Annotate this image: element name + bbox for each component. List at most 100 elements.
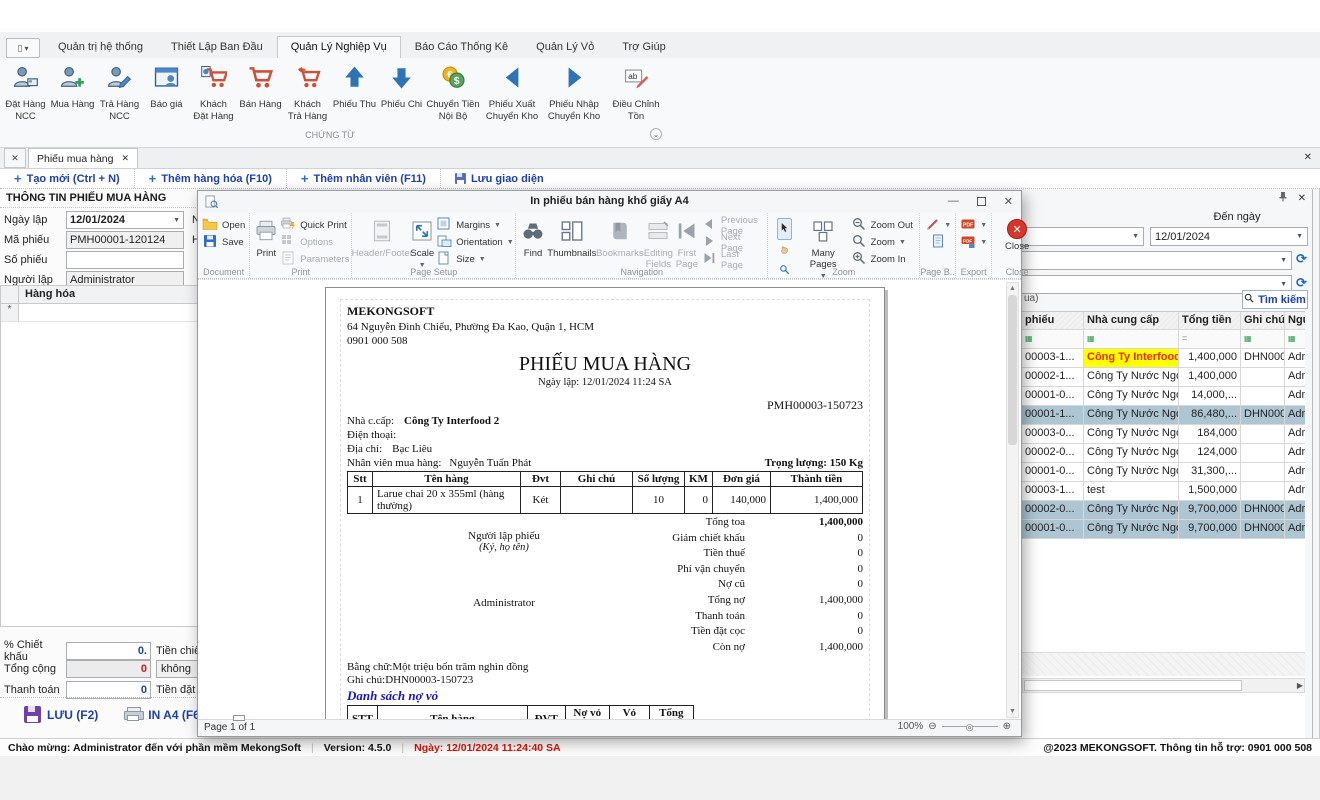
pin-icon[interactable] bbox=[1278, 191, 1288, 205]
ribbon-phieu-thu[interactable]: Phiếu Thu bbox=[331, 60, 378, 132]
filter-icon[interactable]: ▦ bbox=[1025, 334, 1033, 343]
date-field[interactable]: 12/01/2024▼ bbox=[66, 211, 184, 229]
table-row[interactable]: 00001-0... Công Ty Nước Ngọt ... 14,000,… bbox=[1022, 387, 1305, 406]
dialog-minimize-icon[interactable]: — bbox=[948, 195, 959, 208]
scroll-down-icon[interactable]: ▼ bbox=[1007, 708, 1018, 715]
tab-quan-ly-nghiep-vu[interactable]: Quản Lý Nghiệp Vụ bbox=[277, 36, 401, 58]
open-button[interactable]: Open bbox=[202, 218, 245, 233]
ribbon-khach-tra-hang[interactable]: Khách Trả Hàng bbox=[284, 60, 331, 132]
preview-area[interactable]: MEKONGSOFT 64 Nguyễn Đình Chiểu, Phường … bbox=[198, 279, 1021, 719]
zoom-minus-icon[interactable]: ⊖ bbox=[928, 721, 936, 732]
orientation-button[interactable]: Orientation▼ bbox=[436, 235, 513, 250]
ribbon-phieu-nhap-chuyen-kho[interactable]: Phiếu Nhập Chuyển Kho bbox=[543, 60, 605, 132]
zoom-plus-icon[interactable]: ⊕ bbox=[1003, 721, 1011, 732]
tab-tro-giup[interactable]: Trợ Giúp bbox=[608, 36, 679, 58]
zoom-in-button[interactable]: Zoom In bbox=[851, 252, 916, 267]
ribbon-dat-hang-ncc[interactable]: Đặt Hàng NCC bbox=[2, 60, 49, 132]
scrollbar-thumb[interactable] bbox=[1008, 295, 1017, 445]
chevron-down-icon[interactable]: ▼ bbox=[1280, 281, 1287, 288]
app-menu-button[interactable]: ▯▾ bbox=[6, 38, 40, 58]
print-a4-button[interactable]: IN A4 (F6) bbox=[124, 707, 204, 722]
dialog-close-icon[interactable]: ✕ bbox=[1004, 195, 1013, 208]
dialog-title-bar[interactable]: In phiếu bán hàng khổ giấy A4 — ✕ bbox=[198, 191, 1021, 213]
horizontal-scrollbar[interactable]: ▶ bbox=[1022, 678, 1305, 693]
filter-icon[interactable]: ▦ bbox=[1244, 334, 1252, 343]
refresh-icon[interactable]: ⟳ bbox=[1296, 251, 1307, 267]
tabstrip-close-icon[interactable]: ✕ bbox=[4, 148, 26, 168]
chevron-down-icon[interactable]: ▼ bbox=[1296, 233, 1303, 240]
add-staff-button[interactable]: +Thêm nhân viên (F11) bbox=[287, 169, 441, 188]
pointer-tool-button[interactable] bbox=[777, 218, 792, 240]
margins-button[interactable]: Margins▼ bbox=[436, 218, 513, 233]
filter-icon[interactable]: ▦ bbox=[1288, 334, 1296, 343]
discount-field[interactable]: 0. bbox=[66, 642, 151, 660]
table-row[interactable]: 00003-1... test 1,500,000 Admin bbox=[1022, 482, 1305, 501]
chevron-down-icon[interactable]: ▼ bbox=[173, 217, 180, 224]
tabstrip-close-right-icon[interactable]: ✕ bbox=[1304, 152, 1312, 163]
chevron-down-icon[interactable]: ▼ bbox=[1132, 233, 1139, 240]
code-field[interactable]: PMH00001-120124 bbox=[66, 231, 184, 249]
scroll-right-icon[interactable]: ▶ bbox=[1297, 681, 1303, 690]
new-button[interactable]: +Tạo mới (Ctrl + N) bbox=[0, 169, 135, 188]
tab-bao-cao-thong-ke[interactable]: Báo Cáo Thống Kê bbox=[401, 36, 522, 58]
close-preview-button[interactable]: ✕ Close bbox=[996, 216, 1038, 264]
ribbon-phieu-xuat-chuyen-kho[interactable]: Phiếu Xuất Chuyển Kho bbox=[481, 60, 543, 132]
thumbnails-button[interactable]: Thumbnails bbox=[548, 216, 596, 264]
total-field[interactable]: 0 bbox=[66, 660, 151, 678]
number-field[interactable] bbox=[66, 251, 184, 269]
ribbon-phieu-chi[interactable]: Phiếu Chi bbox=[378, 60, 425, 132]
ribbon-dieu-chinh-ton[interactable]: ab Điều Chỉnh Tồn bbox=[605, 60, 667, 132]
to-date-field[interactable]: 12/01/2024▼ bbox=[1150, 227, 1308, 246]
filter-icon[interactable]: ▦ bbox=[1087, 334, 1095, 343]
filter-row[interactable]: ▦ ▦ = ▦ ▦ bbox=[1022, 330, 1305, 349]
scrollbar-thumb[interactable] bbox=[1024, 680, 1242, 691]
close-panel-icon[interactable]: ✕ bbox=[1298, 193, 1306, 204]
ribbon-chuyen-tien-noi-bo[interactable]: €$ Chuyển Tiền Nội Bộ bbox=[425, 60, 481, 132]
tab-quan-tri-he-thong[interactable]: Quản trị hệ thống bbox=[44, 36, 157, 58]
table-row[interactable]: 00003-0... Công Ty Nước Ngọt ... 184,000… bbox=[1022, 425, 1305, 444]
save-button[interactable]: Save bbox=[202, 235, 245, 250]
save-layout-button[interactable]: Lưu giao diện bbox=[441, 169, 558, 188]
table-row-selected[interactable]: 00001-1... Công Ty Nước Ngọt ... 86,480,… bbox=[1022, 406, 1305, 425]
chevron-down-icon[interactable]: ▼ bbox=[1280, 257, 1287, 264]
zoom-out-button[interactable]: Zoom Out bbox=[851, 218, 916, 233]
add-item-button[interactable]: +Thêm hàng hóa (F10) bbox=[135, 169, 287, 188]
hand-tool-button[interactable] bbox=[779, 242, 790, 260]
table-row[interactable]: 00002-0... Công Ty Nước Ngọt ... 124,000… bbox=[1022, 444, 1305, 463]
refresh-icon[interactable]: ⟳ bbox=[1296, 275, 1307, 291]
ribbon-bao-gia[interactable]: Báo giá bbox=[143, 60, 190, 132]
dialog-maximize-icon[interactable] bbox=[977, 197, 986, 206]
save-button[interactable]: LƯU (F2) bbox=[24, 706, 98, 723]
page-color-button[interactable] bbox=[930, 235, 946, 250]
table-row-selected[interactable]: 00001-0... Công Ty Nước Ngọt ... 9,700,0… bbox=[1022, 520, 1305, 539]
tab-close-icon[interactable]: ✕ bbox=[121, 153, 129, 164]
print-button[interactable]: Print bbox=[254, 216, 278, 264]
zoom-slider-knob[interactable]: ◎ bbox=[966, 722, 974, 733]
table-row-selected[interactable]: 00002-0... Công Ty Nước Ngọt ... 9,700,0… bbox=[1022, 501, 1305, 520]
table-row[interactable]: 00002-1... Công Ty Nước Ngọt ... 1,400,0… bbox=[1022, 368, 1305, 387]
export-pdf-button[interactable]: PDF▼ bbox=[960, 218, 987, 233]
tab-phieu-mua-hang[interactable]: Phiếu mua hàng ✕ bbox=[28, 148, 138, 168]
search-button[interactable]: Tìm kiếm bbox=[1242, 290, 1308, 309]
tab-thiet-lap-ban-dau[interactable]: Thiết Lập Ban Đầu bbox=[157, 36, 277, 58]
scroll-up-icon[interactable]: ▲ bbox=[1007, 285, 1018, 292]
tab-quan-ly-vo[interactable]: Quản Lý Vỏ bbox=[522, 36, 608, 58]
zoom-control[interactable]: 100% ⊖ ◎ ⊕ bbox=[898, 721, 1011, 732]
ribbon-group-expand-icon[interactable]: ⌄ bbox=[650, 128, 662, 140]
export-pdf-save-button[interactable]: PDF▼ bbox=[960, 235, 987, 250]
equals-filter-icon[interactable]: = bbox=[1182, 333, 1187, 343]
items-grid-header[interactable]: Hàng hóa bbox=[19, 286, 81, 303]
zoom-button[interactable]: Zoom▼ bbox=[851, 235, 916, 250]
ribbon-ban-hang[interactable]: Bán Hàng bbox=[237, 60, 284, 132]
watermark-button[interactable]: ▼ bbox=[924, 218, 951, 233]
ribbon-mua-hang[interactable]: Mua Hàng bbox=[49, 60, 96, 132]
quick-print-button[interactable]: Quick Print bbox=[280, 218, 349, 233]
table-row[interactable]: 00001-0... Công Ty Nước Ngọt ... 31,300,… bbox=[1022, 463, 1305, 482]
size-button[interactable]: Size▼ bbox=[436, 252, 513, 267]
table-row[interactable]: 00003-1... Công Ty Interfood 2 1,400,000… bbox=[1022, 349, 1305, 368]
find-button[interactable]: Find bbox=[520, 216, 546, 264]
results-header-row[interactable]: phiếu Nhà cung cấp Tổng tiền Ghi chú Ngư… bbox=[1022, 311, 1305, 330]
many-pages-button[interactable]: Many Pages▼ bbox=[798, 216, 849, 264]
ribbon-tra-hang-ncc[interactable]: Trả Hàng NCC bbox=[96, 60, 143, 132]
preview-vertical-scrollbar[interactable]: ▲ ▼ bbox=[1006, 282, 1019, 718]
